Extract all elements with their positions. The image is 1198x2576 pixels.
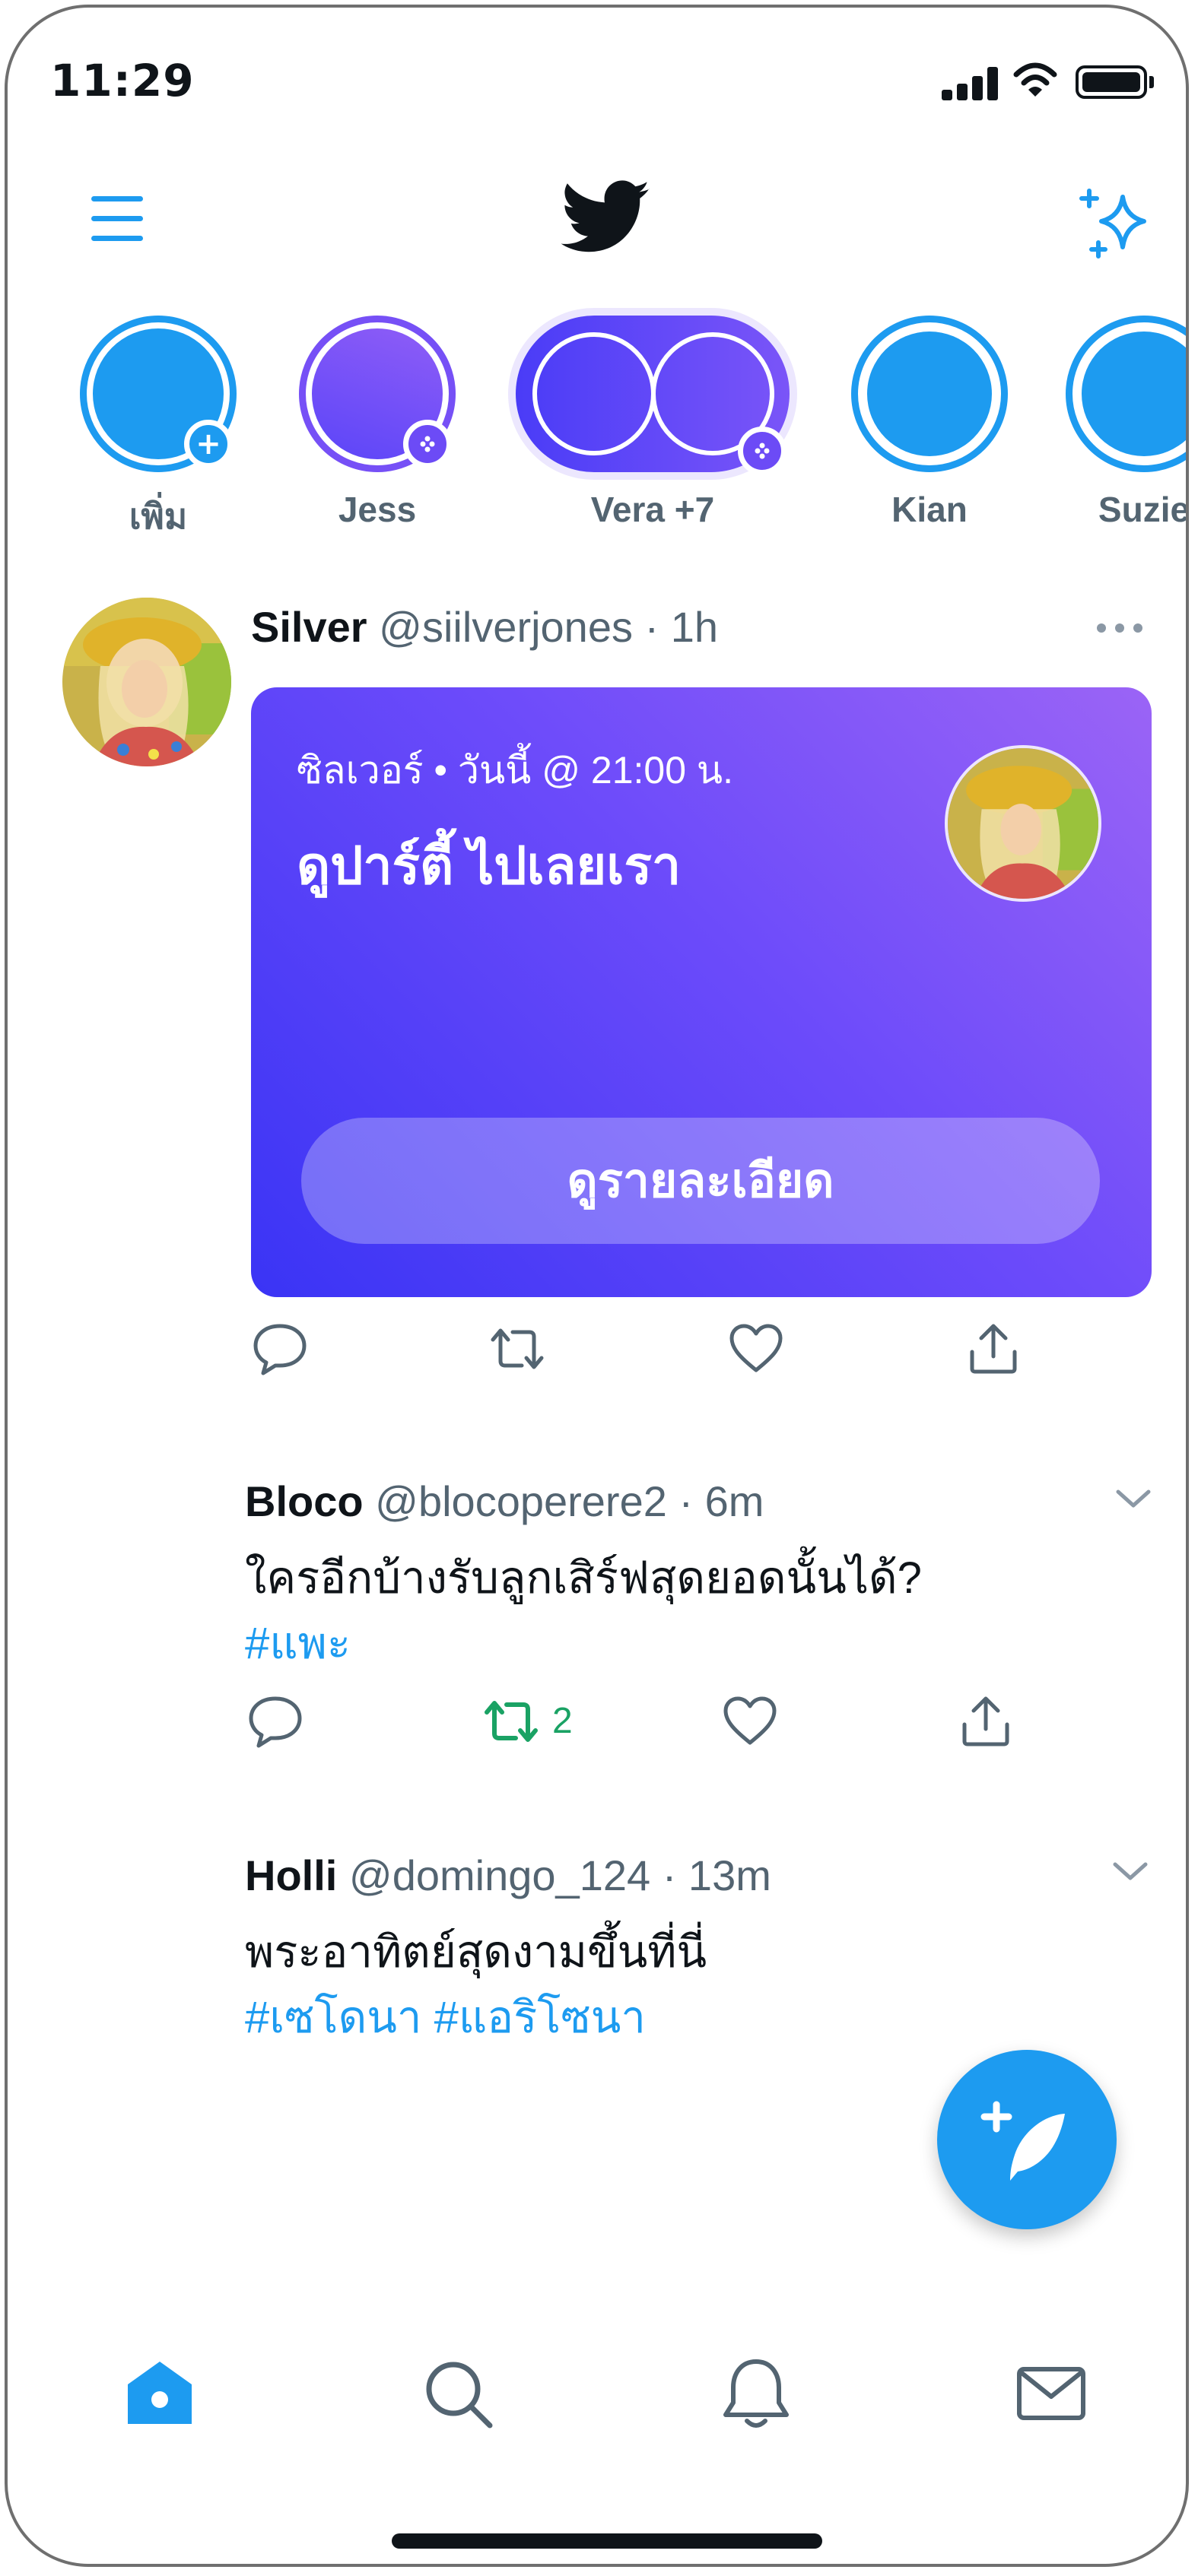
add-story-icon: + bbox=[184, 420, 233, 468]
story-ring bbox=[851, 316, 1008, 472]
share-icon[interactable] bbox=[963, 1318, 1024, 1379]
story-vera[interactable]: Vera +7 bbox=[516, 316, 790, 530]
story-label: Vera +7 bbox=[590, 490, 715, 529]
handle[interactable]: @siilverjones bbox=[379, 603, 633, 651]
display-name[interactable]: Holli bbox=[245, 1851, 337, 1899]
view-details-button[interactable]: ดูรายละเอียด bbox=[301, 1118, 1100, 1244]
hashtag-link[interactable]: #แพะ bbox=[245, 1607, 351, 1678]
retweet-icon[interactable] bbox=[481, 1691, 542, 1752]
like-icon[interactable] bbox=[726, 1318, 786, 1379]
search-icon[interactable] bbox=[420, 2356, 496, 2432]
menu-icon[interactable] bbox=[91, 196, 143, 242]
story-ring bbox=[1066, 316, 1186, 472]
story-ring: + bbox=[80, 316, 237, 472]
space-host-avatar bbox=[945, 745, 1101, 902]
cellular-signal-icon bbox=[942, 67, 1003, 100]
story-jess[interactable]: Jess bbox=[294, 316, 461, 530]
story-label: Suzie bbox=[1098, 490, 1189, 529]
story-label: Kian bbox=[891, 490, 968, 529]
handle[interactable]: @blocoperere2 bbox=[375, 1477, 667, 1525]
compose-button[interactable] bbox=[937, 2050, 1117, 2229]
share-icon[interactable] bbox=[955, 1691, 1016, 1752]
display-name[interactable]: Bloco bbox=[245, 1477, 364, 1525]
notifications-icon[interactable] bbox=[718, 2356, 794, 2432]
story-label: Jess bbox=[338, 490, 417, 529]
space-card-title: ดูปาร์ตี้ ไปเลยเรา bbox=[297, 837, 682, 895]
status-time: 11:29 bbox=[50, 55, 195, 106]
tweet-header: Bloco @blocoperere2 · 6m bbox=[245, 1477, 764, 1526]
like-icon[interactable] bbox=[720, 1691, 780, 1752]
story-kian[interactable]: Kian bbox=[846, 316, 1013, 530]
timestamp: 1h bbox=[670, 603, 719, 651]
chevron-down-icon[interactable] bbox=[1115, 1487, 1152, 1510]
retweet-icon[interactable] bbox=[487, 1318, 548, 1379]
separator: · bbox=[662, 1851, 677, 1899]
separator: · bbox=[644, 603, 659, 651]
spaces-icon bbox=[403, 420, 452, 468]
space-card[interactable]: ซิลเวอร์ • วันนี้ @ 21:00 น. ดูปาร์ตี้ ไ… bbox=[251, 687, 1152, 1297]
reply-icon[interactable] bbox=[249, 1318, 310, 1379]
hashtag-link[interactable]: #เซโดนา #แอริโซนา bbox=[245, 1981, 646, 2052]
tweet-header: Holli @domingo_124 · 13m bbox=[245, 1851, 771, 1900]
story-ring bbox=[299, 316, 456, 472]
avatar[interactable] bbox=[62, 598, 231, 766]
messages-icon[interactable] bbox=[1013, 2356, 1089, 2432]
wifi-icon bbox=[1013, 62, 1057, 97]
compose-icon bbox=[980, 2101, 1065, 2181]
spaces-icon bbox=[738, 427, 786, 475]
display-name[interactable]: Silver bbox=[251, 603, 367, 651]
tweet-header: Silver @siilverjones · 1h bbox=[251, 602, 718, 652]
space-card-meta: ซิลเวอร์ • วันนี้ @ 21:00 น. bbox=[297, 749, 733, 792]
timestamp: 6m bbox=[704, 1477, 764, 1525]
story-suzie[interactable]: Suzie bbox=[1060, 316, 1189, 530]
retweet-count: 2 bbox=[552, 1701, 573, 1741]
tweet-text: ใครอีกบ้างรับลูกเสิร์ฟสุดยอดนั้นได้? bbox=[245, 1553, 922, 1603]
separator: · bbox=[678, 1477, 694, 1525]
timestamp: 13m bbox=[688, 1851, 771, 1899]
tweet-text: พระอาทิตย์สุดงามขึ้นที่นี่ bbox=[245, 1927, 707, 1977]
battery-icon bbox=[1076, 65, 1147, 99]
story-label: เพิ่ม bbox=[129, 496, 188, 536]
story-add[interactable]: + เพิ่ม bbox=[75, 316, 242, 544]
battery-cap bbox=[1149, 76, 1154, 88]
home-icon[interactable] bbox=[122, 2356, 198, 2432]
phone-frame: 11:29 + เพิ่ม Jess Vera +7 Kian Suzie Si… bbox=[5, 5, 1189, 2567]
handle[interactable]: @domingo_124 bbox=[349, 1851, 650, 1899]
sparkle-icon[interactable] bbox=[1079, 186, 1155, 262]
story-group-ring bbox=[516, 316, 790, 475]
twitter-bird-icon[interactable] bbox=[561, 179, 651, 256]
reply-icon[interactable] bbox=[245, 1691, 306, 1752]
more-options-icon[interactable] bbox=[1097, 623, 1144, 634]
chevron-down-icon[interactable] bbox=[1112, 1860, 1149, 1883]
home-indicator bbox=[392, 2533, 822, 2549]
